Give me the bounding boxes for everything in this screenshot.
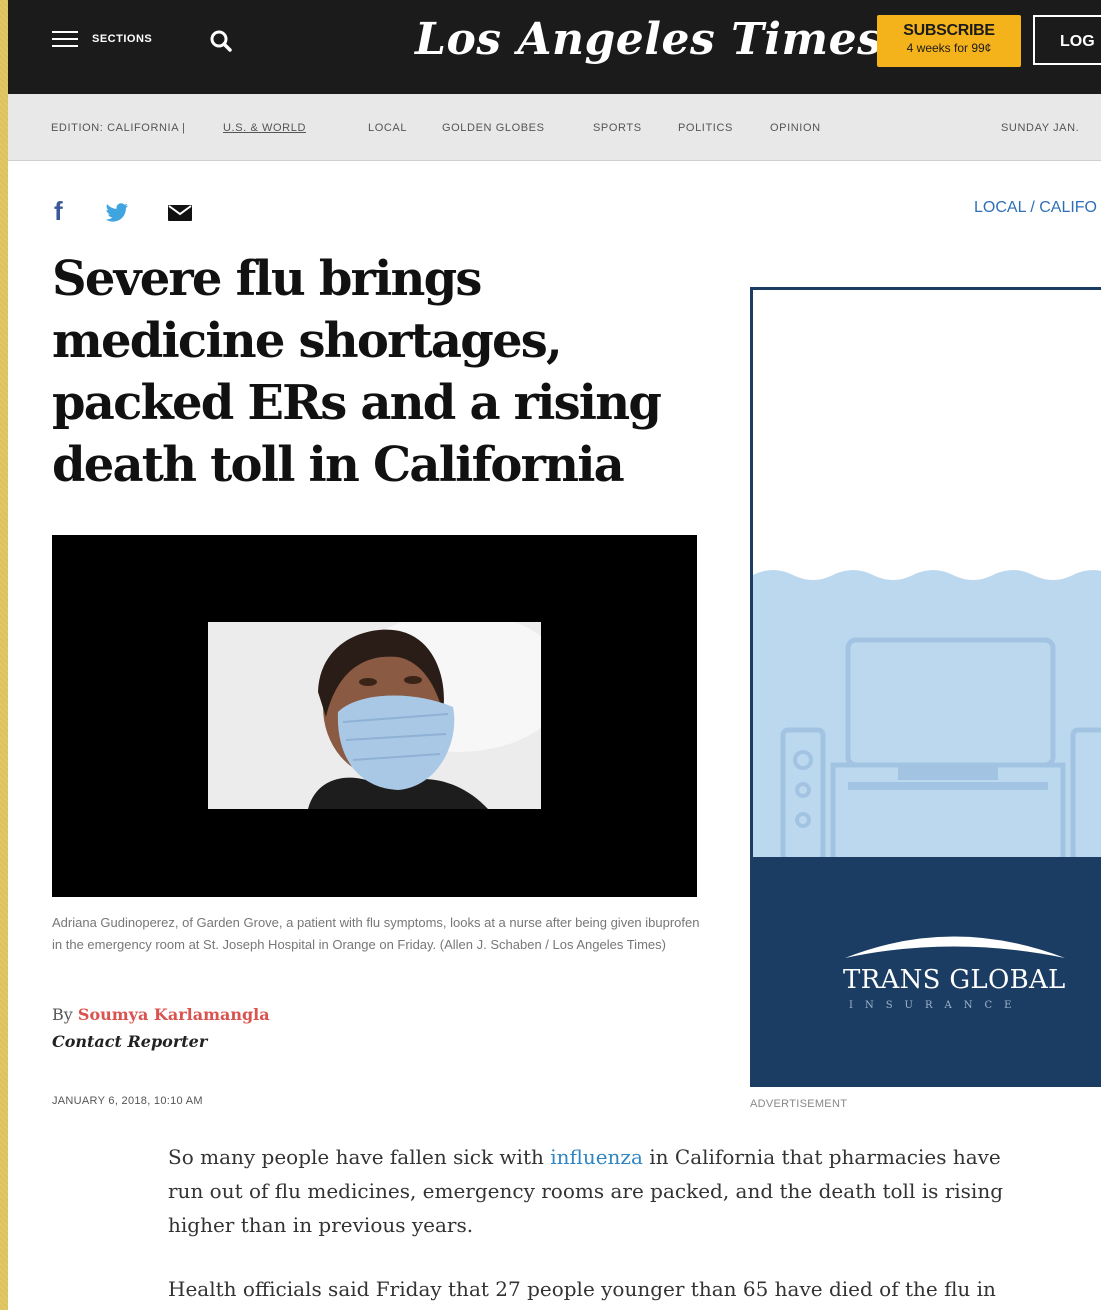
ad-brand: TRANS GLOBAL xyxy=(843,965,1066,995)
article-headline: Severe flu brings medicine shortages, pa… xyxy=(52,251,662,493)
edition-link-us-world[interactable]: U.S. & WORLD xyxy=(223,122,306,134)
publish-timestamp: JANUARY 6, 2018, 10:10 AM xyxy=(52,1095,203,1107)
subscribe-button[interactable]: SUBSCRIBE 4 weeks for 99¢ xyxy=(877,15,1021,67)
photo-caption: Adriana Gudinoperez, of Garden Grove, a … xyxy=(52,915,700,952)
nav-item-sports[interactable]: SPORTS xyxy=(593,122,642,134)
advertisement[interactable]: TRANS GLOBAL INSURANCE xyxy=(750,287,1101,1087)
top-bar: SECTIONS Los Angeles Times SUBSCRIBE 4 w… xyxy=(8,0,1101,94)
ad-tagline: INSURANCE xyxy=(849,1000,1024,1011)
sections-button[interactable]: SECTIONS xyxy=(92,33,152,45)
site-logo[interactable]: Los Angeles Times xyxy=(415,14,882,65)
byline-prefix: By xyxy=(52,1005,73,1024)
email-icon[interactable] xyxy=(168,205,192,221)
edition-label: EDITION: CALIFORNIA | xyxy=(51,122,186,134)
byline: By Soumya Karlamangla xyxy=(52,1005,270,1024)
article-photo[interactable] xyxy=(52,535,697,897)
subscribe-label: SUBSCRIBE xyxy=(903,22,995,39)
current-date: SUNDAY JAN. xyxy=(1001,122,1080,134)
facebook-icon[interactable]: f xyxy=(54,196,63,227)
secondary-nav: EDITION: CALIFORNIA | U.S. & WORLD LOCAL… xyxy=(8,94,1101,161)
nav-item-golden-globes[interactable]: GOLDEN GLOBES xyxy=(442,122,545,134)
nav-item-opinion[interactable]: OPINION xyxy=(770,122,821,134)
twitter-icon[interactable] xyxy=(105,203,129,223)
nav-item-local[interactable]: LOCAL xyxy=(368,122,407,134)
paragraph-2: Health officials said Friday that 27 peo… xyxy=(168,1277,996,1301)
breadcrumb[interactable]: LOCAL / CALIFO xyxy=(974,199,1097,217)
article-body: So many people have fallen sick with inf… xyxy=(168,1140,1038,1310)
login-button[interactable]: LOG xyxy=(1033,15,1101,65)
ad-label: ADVERTISEMENT xyxy=(750,1098,848,1110)
nav-item-politics[interactable]: POLITICS xyxy=(678,122,733,134)
page-frame: SECTIONS Los Angeles Times SUBSCRIBE 4 w… xyxy=(8,0,1101,1310)
paragraph-1: So many people have fallen sick with inf… xyxy=(168,1140,1038,1242)
contact-reporter-link[interactable]: Contact Reporter xyxy=(52,1032,207,1051)
subscribe-offer: 4 weeks for 99¢ xyxy=(906,41,992,55)
influenza-link[interactable]: influenza xyxy=(550,1145,643,1169)
search-icon[interactable] xyxy=(208,28,234,54)
author-link[interactable]: Soumya Karlamangla xyxy=(78,1005,270,1024)
menu-icon[interactable] xyxy=(52,31,78,51)
paragraph-1-start: So many people have fallen sick with xyxy=(168,1145,551,1169)
patient-photo xyxy=(208,622,541,809)
